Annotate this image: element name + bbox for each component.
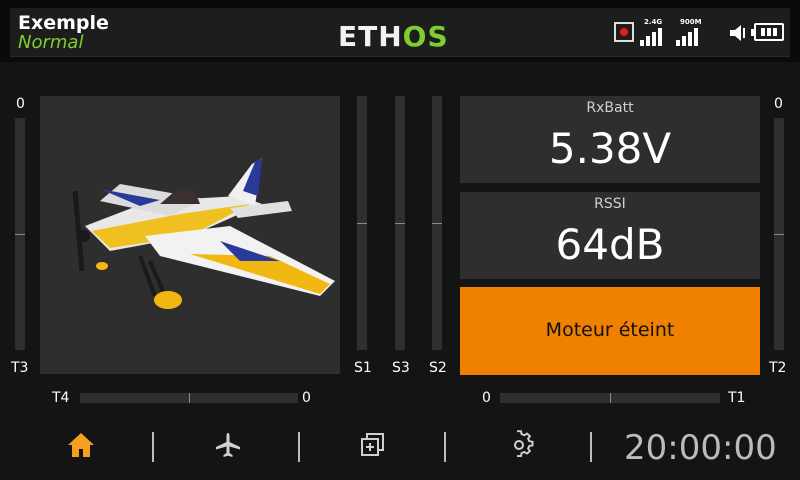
airplane-image bbox=[72, 158, 335, 309]
battery-icon bbox=[751, 23, 784, 41]
nav-separator bbox=[590, 432, 592, 462]
nav-separator bbox=[444, 432, 446, 462]
rxbatt-widget[interactable]: RxBatt 5.38V bbox=[460, 96, 760, 183]
motor-status-label: Moteur éteint bbox=[545, 319, 675, 341]
trim-t3-label: T3 bbox=[11, 360, 29, 376]
top-bar: Exemple Normal ETHOS 2.4G 900M bbox=[0, 0, 800, 62]
trim-t2-label: T2 bbox=[769, 360, 787, 376]
trim-t4-label: T4 bbox=[52, 390, 70, 406]
signal-bars-icon[interactable]: 2.4G bbox=[640, 18, 666, 46]
screens-icon[interactable] bbox=[358, 430, 388, 460]
trim-t1-label: T1 bbox=[728, 390, 746, 406]
ethos-logo: ETHOS bbox=[338, 20, 449, 53]
airplane-icon[interactable] bbox=[213, 430, 243, 460]
rssi-widget[interactable]: RSSI 64dB bbox=[460, 192, 760, 279]
right-trim-top-value: 0 bbox=[774, 96, 783, 112]
bottom-nav-bar: 20:00:00 bbox=[0, 412, 800, 480]
gear-icon[interactable] bbox=[504, 430, 534, 460]
trim-t4-value: 0 bbox=[302, 390, 311, 406]
motor-status-widget[interactable]: Moteur éteint bbox=[460, 287, 760, 375]
trim-t2[interactable] bbox=[774, 118, 784, 350]
slider-s2-label: S2 bbox=[429, 360, 447, 376]
rxbatt-value: 5.38V bbox=[548, 124, 672, 173]
rx2-label: 900M bbox=[680, 18, 702, 26]
rssi-title: RSSI bbox=[594, 196, 626, 212]
record-icon[interactable] bbox=[614, 22, 634, 42]
trim-t1-value: 0 bbox=[482, 390, 491, 406]
slider-s1[interactable] bbox=[357, 96, 367, 350]
slider-s3-label: S3 bbox=[392, 360, 410, 376]
left-trim-top-value: 0 bbox=[16, 96, 25, 112]
nav-separator bbox=[152, 432, 154, 462]
speaker-icon[interactable] bbox=[728, 22, 750, 44]
rx1-label: 2.4G bbox=[644, 18, 663, 26]
trim-t4[interactable] bbox=[80, 393, 298, 403]
status-icons: 2.4G 900M bbox=[614, 18, 786, 46]
header-panel: Exemple Normal ETHOS 2.4G 900M bbox=[10, 8, 790, 57]
rssi-value: 64dB bbox=[555, 220, 665, 269]
model-image-panel bbox=[40, 96, 340, 374]
slider-s1-label: S1 bbox=[354, 360, 372, 376]
logo-accent-text: OS bbox=[402, 20, 449, 53]
signal-bars-icon[interactable]: 900M bbox=[676, 18, 702, 46]
trim-t3[interactable] bbox=[15, 118, 25, 350]
rxbatt-title: RxBatt bbox=[586, 100, 634, 116]
slider-s3[interactable] bbox=[395, 96, 405, 350]
flight-mode: Normal bbox=[18, 32, 84, 53]
home-icon[interactable] bbox=[66, 430, 96, 460]
logo-main-text: ETH bbox=[338, 20, 403, 53]
model-name[interactable]: Exemple bbox=[18, 12, 109, 34]
timer-display[interactable]: 20:00:00 bbox=[624, 428, 777, 468]
nav-separator bbox=[298, 432, 300, 462]
slider-s2[interactable] bbox=[432, 96, 442, 350]
trim-t1[interactable] bbox=[500, 393, 720, 403]
